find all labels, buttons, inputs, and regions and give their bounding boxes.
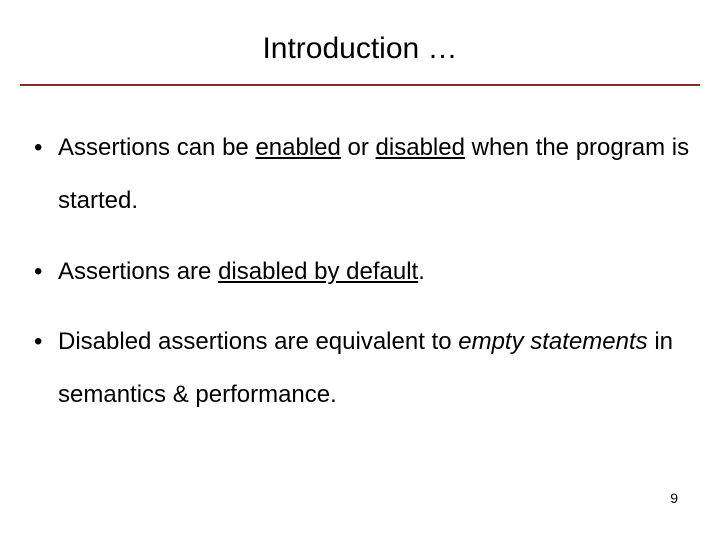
page-number: 9 — [670, 490, 678, 506]
slide-title: Introduction … — [20, 32, 700, 84]
slide: Introduction … Assertions can be enabled… — [0, 0, 720, 540]
bullet-item: Assertions are disabled by default. — [28, 246, 700, 299]
bullet-text: or — [341, 134, 376, 161]
bullet-underline: enabled — [255, 134, 340, 161]
bullet-italic: empty statements — [458, 328, 647, 355]
bullet-underline: disabled — [376, 134, 465, 161]
bullet-text: . — [418, 258, 425, 285]
bullet-text: Disabled assertions are equivalent to — [58, 328, 458, 355]
bullet-text: Assertions can be — [58, 134, 255, 161]
bullet-text: Assertions are — [58, 258, 218, 285]
title-divider — [20, 84, 700, 86]
bullet-list: Assertions can be enabled or disabled wh… — [20, 122, 700, 422]
bullet-item: Disabled assertions are equivalent to em… — [28, 316, 700, 422]
bullet-item: Assertions can be enabled or disabled wh… — [28, 122, 700, 228]
bullet-underline: disabled by default — [218, 258, 418, 285]
